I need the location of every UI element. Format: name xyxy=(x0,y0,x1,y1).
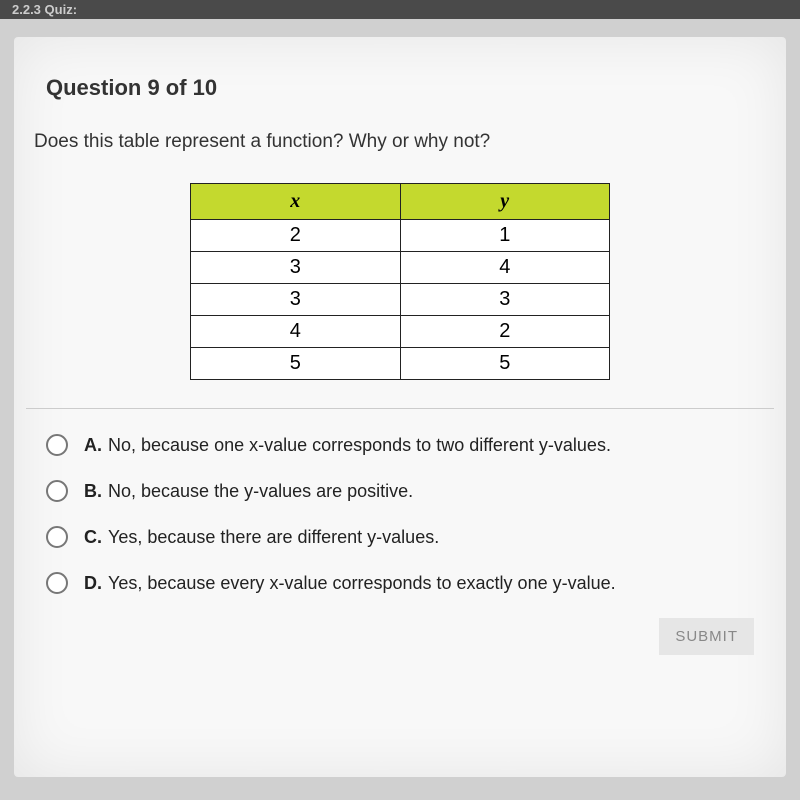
cell: 2 xyxy=(191,220,401,252)
data-table-wrap: x y 2 1 3 4 3 3 4 2 xyxy=(26,183,774,380)
breadcrumb: 2.2.3 Quiz: xyxy=(0,0,800,19)
choice-text: B.No, because the y-values are positive. xyxy=(84,481,413,502)
radio-icon[interactable] xyxy=(46,434,68,456)
table-header-row: x y xyxy=(191,184,610,220)
cell: 3 xyxy=(400,284,610,316)
choice-a[interactable]: A.No, because one x-value corresponds to… xyxy=(46,434,774,456)
choice-b[interactable]: B.No, because the y-values are positive. xyxy=(46,480,774,502)
cell: 4 xyxy=(191,316,401,348)
submit-area: SUBMIT xyxy=(26,618,774,655)
table-row: 3 3 xyxy=(191,284,610,316)
table-row: 5 5 xyxy=(191,348,610,380)
radio-icon[interactable] xyxy=(46,572,68,594)
question-number: Question 9 of 10 xyxy=(46,75,774,101)
cell: 3 xyxy=(191,252,401,284)
col-header-y: y xyxy=(400,184,610,220)
cell: 4 xyxy=(400,252,610,284)
submit-button[interactable]: SUBMIT xyxy=(659,618,754,655)
radio-icon[interactable] xyxy=(46,526,68,548)
divider xyxy=(26,408,774,409)
radio-icon[interactable] xyxy=(46,480,68,502)
table-row: 4 2 xyxy=(191,316,610,348)
cell: 1 xyxy=(400,220,610,252)
cell: 5 xyxy=(191,348,401,380)
question-prompt: Does this table represent a function? Wh… xyxy=(34,131,774,153)
quiz-page: Question 9 of 10 Does this table represe… xyxy=(14,37,786,777)
cell: 3 xyxy=(191,284,401,316)
choice-text: A.No, because one x-value corresponds to… xyxy=(84,435,611,456)
choice-text: C.Yes, because there are different y-val… xyxy=(84,527,439,548)
data-table: x y 2 1 3 4 3 3 4 2 xyxy=(190,183,610,380)
table-row: 3 4 xyxy=(191,252,610,284)
cell: 2 xyxy=(400,316,610,348)
col-header-x: x xyxy=(191,184,401,220)
choice-d[interactable]: D.Yes, because every x-value corresponds… xyxy=(46,572,774,594)
table-row: 2 1 xyxy=(191,220,610,252)
cell: 5 xyxy=(400,348,610,380)
choice-text: D.Yes, because every x-value corresponds… xyxy=(84,573,616,594)
choice-c[interactable]: C.Yes, because there are different y-val… xyxy=(46,526,774,548)
